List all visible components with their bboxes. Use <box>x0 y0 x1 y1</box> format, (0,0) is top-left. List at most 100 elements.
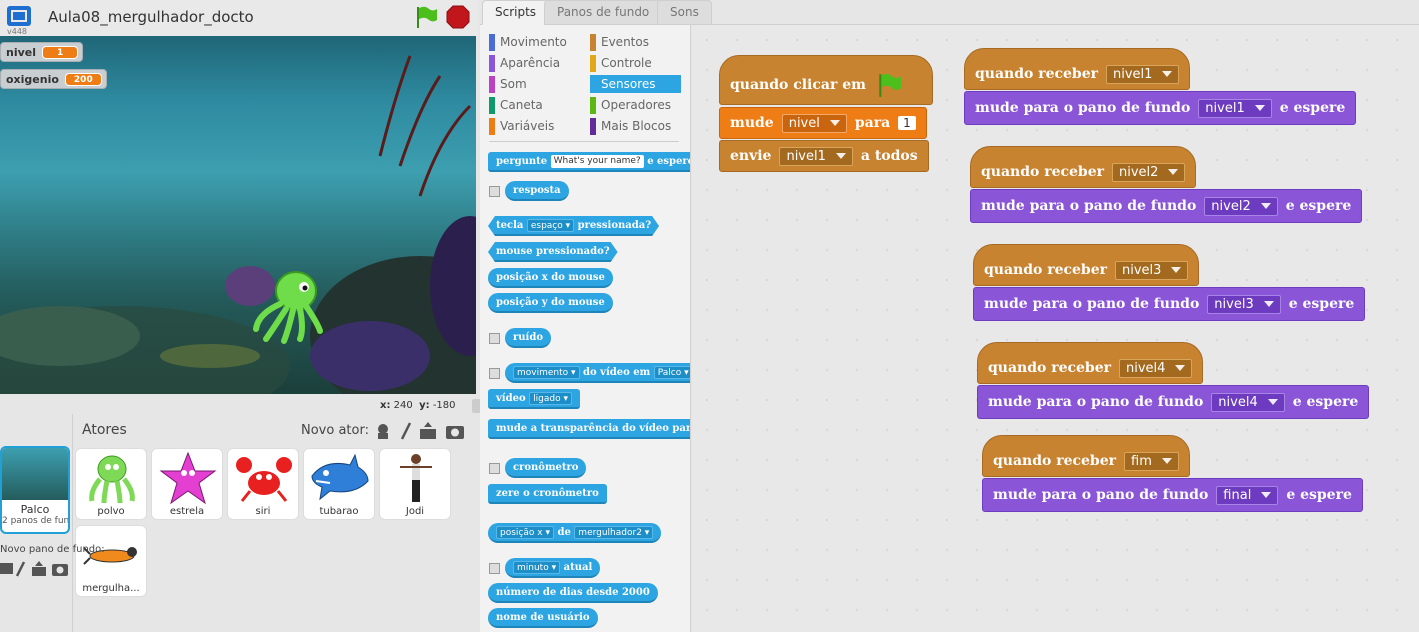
key-dropdown[interactable]: espaço ▾ <box>527 219 574 232</box>
paint-new-sprite-icon[interactable] <box>400 422 412 440</box>
block-reset-timer[interactable]: zere o cronômetro <box>488 484 607 504</box>
sprite-dropdown[interactable]: mergulhador2 ▾ <box>574 526 654 539</box>
category-more-blocks[interactable]: Mais Blocos <box>590 117 681 135</box>
block-answer[interactable]: resposta <box>505 181 569 201</box>
hat-when-receive[interactable]: quando receber nivel1 <box>964 48 1191 90</box>
sprite-library-icon[interactable] <box>378 424 388 439</box>
block-text: quando receber <box>993 453 1117 469</box>
ask-input[interactable]: What's your name? <box>550 155 644 168</box>
message-dropdown[interactable]: nivel2 <box>1112 162 1186 182</box>
green-flag-icon[interactable] <box>413 5 439 29</box>
block-video-transparency[interactable]: mude a transparência do vídeo para <box>488 419 690 439</box>
backdrop-dropdown[interactable]: nivel3 <box>1207 294 1281 314</box>
backdrop-dropdown[interactable]: nivel4 <box>1211 392 1285 412</box>
block-video-toggle[interactable]: vídeo ligado ▾ <box>488 389 580 409</box>
block-switch-backdrop-wait[interactable]: mude para o pano de fundo final e espere <box>982 478 1363 512</box>
sprite-tile[interactable]: estrela <box>151 448 223 520</box>
tab-scripts[interactable]: Scripts <box>482 0 550 25</box>
block-switch-backdrop-wait[interactable]: mude para o pano de fundo nivel1 e esper… <box>964 91 1357 125</box>
block-text: tecla <box>496 220 524 231</box>
block-mouse-y[interactable]: posição y do mouse <box>488 293 613 313</box>
message-dropdown[interactable]: nivel1 <box>779 146 853 166</box>
backdrop-dropdown[interactable]: final <box>1216 485 1279 505</box>
category-sensing[interactable]: Sensores <box>590 75 681 93</box>
block-days-since[interactable]: número de dias desde 2000 <box>488 583 658 603</box>
block-mouse-x[interactable]: posição x do mouse <box>488 268 613 288</box>
message-dropdown[interactable]: fim <box>1124 451 1179 471</box>
backdrop-dropdown[interactable]: nivel2 <box>1204 196 1278 216</box>
upload-backdrop-icon[interactable] <box>32 561 46 576</box>
block-text: de <box>557 527 571 538</box>
category-events[interactable]: Eventos <box>590 33 681 51</box>
stage-canvas[interactable] <box>0 36 476 394</box>
diver-thumbnail <box>83 547 137 565</box>
camera-backdrop-icon[interactable] <box>52 564 68 576</box>
sprite-tile[interactable]: tubarao <box>303 448 375 520</box>
message-dropdown[interactable]: nivel4 <box>1119 358 1193 378</box>
block-loudness[interactable]: ruído <box>505 328 551 348</box>
target-dropdown[interactable]: Palco ▾ <box>653 366 690 379</box>
block-current-time[interactable]: minuto ▾ atual <box>505 558 601 578</box>
block-broadcast[interactable]: envie nivel1 a todos <box>719 140 929 172</box>
backdrop-dropdown[interactable]: nivel1 <box>1198 98 1272 118</box>
checkbox-video-motion[interactable] <box>489 368 500 379</box>
sprite-tile[interactable]: mergulha... <box>75 525 147 597</box>
hat-when-receive[interactable]: quando receber nivel3 <box>973 244 1200 286</box>
sprite-tile[interactable]: polvo <box>75 448 147 520</box>
block-timer[interactable]: cronômetro <box>505 458 587 478</box>
block-video-motion[interactable]: movimento ▾ do vídeo em Palco ▾ <box>505 363 690 383</box>
message-dropdown[interactable]: nivel3 <box>1115 260 1189 280</box>
value-input[interactable]: 1 <box>898 116 916 130</box>
monitor-oxigenio[interactable]: oxigenio 200 <box>0 69 107 89</box>
category-variables[interactable]: Variáveis <box>489 117 580 135</box>
category-label: Variáveis <box>500 119 555 133</box>
fullscreen-icon[interactable] <box>6 5 32 27</box>
attribute-dropdown[interactable]: posição x ▾ <box>496 526 554 539</box>
project-title[interactable]: Aula08_mergulhador_docto <box>48 8 254 26</box>
block-switch-backdrop-wait[interactable]: mude para o pano de fundo nivel3 e esper… <box>973 287 1366 321</box>
sprite-name: siri <box>255 506 271 517</box>
category-sound[interactable]: Som <box>489 75 580 93</box>
monitor-nivel[interactable]: nivel 1 <box>0 42 84 62</box>
backdrop-library-icon[interactable] <box>0 563 13 574</box>
checkbox-current[interactable] <box>489 563 500 574</box>
category-operators[interactable]: Operadores <box>590 96 681 114</box>
hat-when-flag-clicked[interactable]: quando clicar em <box>719 55 933 105</box>
category-control[interactable]: Controle <box>590 54 681 72</box>
upload-sprite-icon[interactable] <box>420 422 436 439</box>
camera-icon[interactable] <box>446 426 464 439</box>
block-ask[interactable]: pergunte What's your name? e espere <box>488 152 690 172</box>
message-dropdown[interactable]: nivel1 <box>1106 64 1180 84</box>
editor-tabs: Scripts Panos de fundo Sons <box>480 0 1419 25</box>
stage-thumbnail[interactable]: Palco 2 panos de fundo <box>0 446 70 534</box>
hat-when-receive[interactable]: quando receber nivel2 <box>970 146 1197 188</box>
tab-sounds[interactable]: Sons <box>657 0 712 25</box>
video-dropdown[interactable]: ligado ▾ <box>529 392 572 405</box>
block-mouse-down[interactable]: mouse pressionado? <box>488 242 618 262</box>
sprite-tile[interactable]: siri <box>227 448 299 520</box>
block-switch-backdrop-wait[interactable]: mude para o pano de fundo nivel4 e esper… <box>977 385 1370 419</box>
block-of-sprite[interactable]: posição x ▾ de mergulhador2 ▾ <box>488 523 662 543</box>
octopus-sprite[interactable] <box>248 269 328 344</box>
checkbox-timer[interactable] <box>489 463 500 474</box>
block-username[interactable]: nome de usuário <box>488 608 598 628</box>
block-switch-backdrop-wait[interactable]: mude para o pano de fundo nivel2 e esper… <box>970 189 1363 223</box>
y-label: y: <box>419 400 430 411</box>
hat-when-receive[interactable]: quando receber nivel4 <box>977 342 1204 384</box>
stop-icon[interactable] <box>446 5 470 29</box>
block-set-variable[interactable]: mude nivel para 1 <box>719 107 927 139</box>
category-looks[interactable]: Aparência <box>489 54 580 72</box>
block-key-pressed[interactable]: tecla espaço ▾ pressionada? <box>488 216 659 236</box>
block-text: para <box>854 115 891 131</box>
tab-backdrops[interactable]: Panos de fundo <box>544 0 663 25</box>
time-dropdown[interactable]: minuto ▾ <box>513 561 561 574</box>
checkbox-loudness[interactable] <box>489 333 500 344</box>
paint-backdrop-icon[interactable] <box>15 561 26 577</box>
sprite-tile[interactable]: Jodi <box>379 448 451 520</box>
motion-dropdown[interactable]: movimento ▾ <box>513 366 580 379</box>
category-motion[interactable]: Movimento <box>489 33 580 51</box>
category-pen[interactable]: Caneta <box>489 96 580 114</box>
checkbox-answer[interactable] <box>489 186 500 197</box>
variable-dropdown[interactable]: nivel <box>781 113 847 133</box>
hat-when-receive[interactable]: quando receber fim <box>982 435 1190 477</box>
